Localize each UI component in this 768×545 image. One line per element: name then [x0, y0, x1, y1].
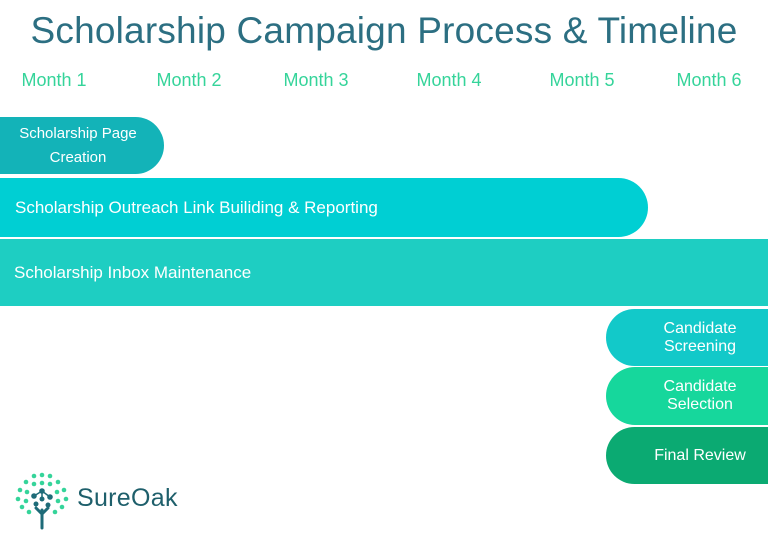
sureoak-logo: SureOak: [12, 470, 212, 532]
task-candidate-screening: Candidate Screening: [606, 309, 768, 366]
task-inbox-maintenance: Scholarship Inbox Maintenance: [0, 239, 768, 306]
brand-name: SureOak: [77, 484, 178, 512]
task-label-line2: Creation: [49, 148, 107, 166]
month-4-label: Month 4: [416, 70, 482, 90]
task-label: Scholarship Inbox Maintenance: [14, 262, 252, 282]
tree-icon: [15, 472, 69, 530]
task-candidate-selection: Candidate Selection: [606, 367, 768, 425]
month-3-label: Month 3: [283, 70, 349, 90]
month-6-label: Month 6: [676, 70, 742, 90]
task-label-line1: Candidate: [663, 319, 737, 337]
task-label: Scholarship Outreach Link Builiding & Re…: [15, 197, 378, 217]
task-label-line2: Screening: [663, 337, 737, 355]
task-outreach-link-building: Scholarship Outreach Link Builiding & Re…: [0, 178, 648, 237]
month-2-label: Month 2: [156, 70, 222, 90]
task-scholarship-page-creation: Scholarship Page Creation: [0, 117, 164, 174]
task-label-line1: Scholarship Page: [19, 124, 137, 142]
month-5-label: Month 5: [549, 70, 615, 90]
task-final-review: Final Review: [606, 427, 768, 484]
task-label: Final Review: [654, 446, 746, 464]
task-label-line2: Selection: [667, 396, 733, 413]
page-title: Scholarship Campaign Process & Timeline: [30, 10, 738, 51]
month-1-label: Month 1: [21, 70, 87, 90]
task-label-line1: Candidate: [663, 378, 737, 395]
